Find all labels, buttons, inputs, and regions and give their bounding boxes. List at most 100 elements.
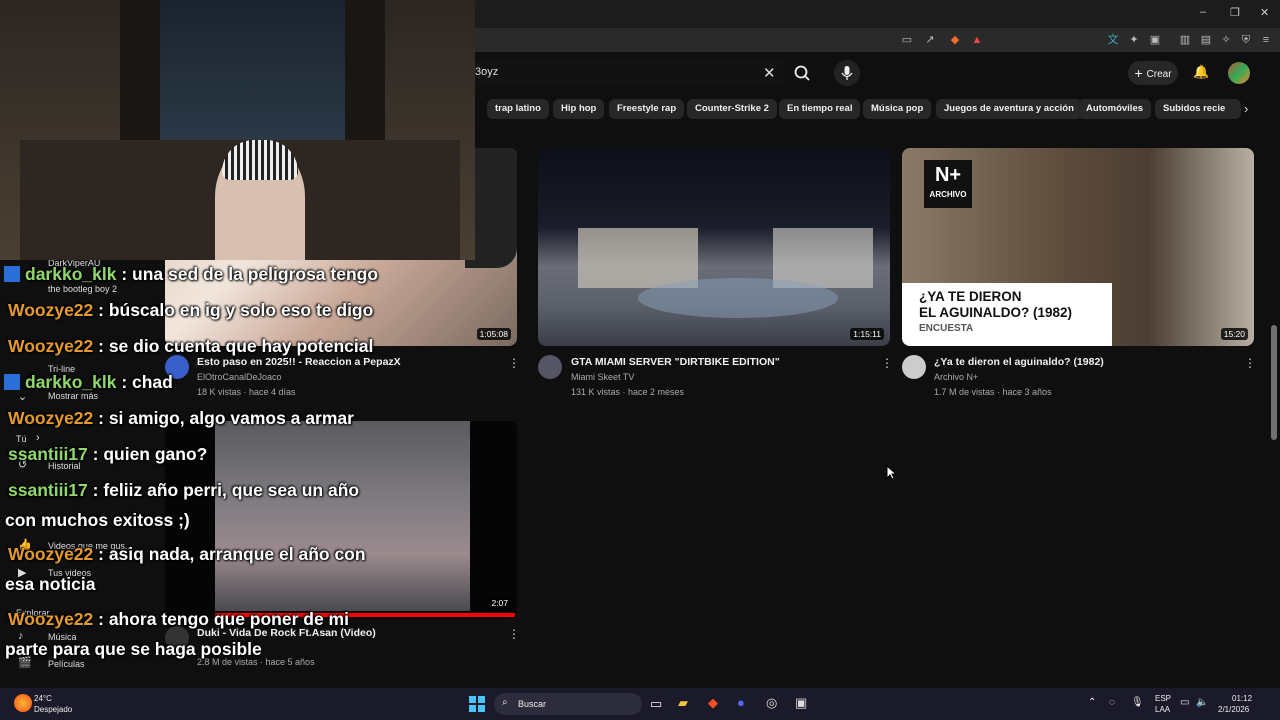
chip-musica-pop[interactable]: Música pop (863, 99, 932, 119)
brave-browser-icon[interactable]: ◆ (708, 695, 718, 711)
more-vert-icon[interactable]: ⋮ (508, 356, 520, 370)
wallet-icon[interactable]: ▤ (1199, 33, 1213, 47)
plus-icon: + (1134, 65, 1147, 81)
chevron-right-icon[interactable]: › (1244, 101, 1248, 116)
video-duration: 1:05:08 (476, 328, 511, 340)
video-duration: 15:20 (1220, 328, 1248, 340)
obs-icon[interactable]: ◎ (766, 695, 777, 711)
archivo-logo: N+ ARCHIVO (924, 160, 972, 208)
mouse-cursor-icon (886, 465, 896, 480)
share-icon[interactable]: ↗ (923, 33, 937, 47)
video-thumbnail[interactable]: N+ ARCHIVO ¿YA TE DIERON EL AGUINALDO? (… (902, 148, 1254, 346)
thumbnail-tag: ENCUESTA (919, 323, 974, 334)
video-meta: 18 K vistas · hace 4 días (197, 387, 296, 397)
weather-temp[interactable]: 24°C (34, 694, 52, 703)
sidebar-section-you[interactable]: Tú (16, 434, 27, 444)
channel-avatar[interactable] (902, 355, 926, 379)
leo-icon[interactable]: ✧ (1219, 33, 1233, 47)
cast-icon[interactable]: ▭ (900, 33, 914, 47)
chip-hip-hop[interactable]: Hip hop (553, 99, 605, 119)
clock-date[interactable]: 2/1/2026 (1218, 705, 1249, 714)
chip-automoviles[interactable]: Automóviles (1078, 99, 1152, 119)
app-icon[interactable]: ▣ (795, 695, 807, 711)
weather-desc[interactable]: Despejado (34, 705, 72, 714)
badge-icon (4, 374, 20, 390)
search-icon: ⌕ (502, 697, 508, 708)
language-indicator[interactable]: ESP (1155, 694, 1171, 703)
more-vert-icon[interactable]: ⋮ (1244, 356, 1256, 370)
translate-icon[interactable]: 文 (1106, 33, 1120, 47)
mic-icon[interactable]: 🎙 (1131, 697, 1144, 708)
brave-shield-icon[interactable]: ◆ (948, 33, 962, 47)
taskbar-search[interactable]: ⌕ Buscar (494, 693, 642, 715)
sidebar-item-movies[interactable]: Películas (48, 659, 85, 669)
minimize-button[interactable]: – (1200, 6, 1206, 18)
browser-titlebar: – ❐ ✕ (475, 0, 1280, 28)
search-icon (794, 65, 810, 81)
extensions-icon[interactable]: ✦ (1127, 33, 1141, 47)
network-icon[interactable]: ◌ (1109, 697, 1115, 708)
chip-en-tiempo-real[interactable]: En tiempo real (779, 99, 861, 119)
user-avatar[interactable] (1228, 62, 1250, 84)
video-meta: 1.7 M de vistas · hace 3 años (934, 387, 1052, 397)
chip-trap-latino[interactable]: trap latino (487, 99, 549, 119)
chat-message: Woozye22 : ahora tengo que poner de mi (8, 609, 349, 629)
sidebar-toggle-icon[interactable]: ▥ (1178, 33, 1192, 47)
windows-start-icon[interactable] (469, 696, 485, 712)
video-duration: 1:15:11 (850, 328, 884, 340)
channel-name[interactable]: Miami Skeet TV (571, 372, 634, 382)
video-title[interactable]: GTA MIAMI SERVER "DIRTBIKE EDITION" (571, 356, 780, 368)
search-button[interactable] (788, 60, 816, 86)
chat-message: Woozye22 : si amigo, algo vamos a armar (8, 408, 354, 428)
menu-icon[interactable]: ≡ (1259, 33, 1273, 47)
chat-message-continued: con muchos exitoss ;) (5, 510, 190, 530)
video-thumbnail[interactable]: 1:15:11 (538, 148, 890, 346)
chat-message: Woozye22 : búscalo en ig y solo eso te d… (8, 300, 374, 320)
chat-message: darkko_klk : una sed de la peligrosa ten… (4, 264, 378, 285)
brave-rewards-icon[interactable]: ▲ (970, 33, 984, 47)
chip-counter-strike[interactable]: Counter-Strike 2 (687, 99, 777, 119)
voice-search-button[interactable] (834, 60, 860, 86)
file-explorer-icon[interactable]: ▰ (678, 695, 688, 711)
search-query: 3oyz (475, 66, 499, 78)
notifications-icon[interactable]: 🔔 (1193, 64, 1209, 80)
volume-icon[interactable]: 🔈 (1196, 697, 1208, 708)
chat-message-continued: parte para que se haga posible (5, 639, 262, 659)
channel-name[interactable]: Archivo N+ (934, 372, 978, 382)
tab-icon[interactable]: ▣ (1148, 33, 1162, 47)
video-title[interactable]: ¿Ya te dieron el aguinaldo? (1982) (934, 356, 1104, 368)
chip-juegos-aventura[interactable]: Juegos de aventura y acción (936, 99, 1082, 119)
chat-message-continued: esa noticia (5, 574, 96, 594)
keyboard-layout[interactable]: LAA (1155, 705, 1170, 714)
chip-subidos-recientemente[interactable]: Subidos recie (1155, 99, 1241, 119)
weather-icon[interactable] (14, 694, 32, 712)
maximize-button[interactable]: ❐ (1230, 6, 1240, 19)
chevron-up-icon[interactable]: ⌃ (1088, 697, 1096, 708)
chat-message: darkko_klk : chad (4, 372, 173, 393)
vpn-icon[interactable]: ⛨ (1239, 33, 1253, 47)
video-title[interactable]: Esto paso en 2025!! - Reaccion a PepazX (197, 356, 401, 368)
channel-avatar[interactable] (538, 355, 562, 379)
sidebar-item-subscription[interactable]: the bootleg boy 2 (48, 284, 117, 294)
discord-icon[interactable]: ● (737, 695, 745, 710)
video-duration: 2:07 (488, 597, 511, 609)
chip-freestyle-rap[interactable]: Freestyle rap (609, 99, 685, 119)
mic-icon (841, 66, 853, 80)
page-scrollbar[interactable] (1271, 325, 1277, 440)
clock-time[interactable]: 01:12 (1232, 694, 1252, 703)
chat-message: Woozye22 : se dio cuenta que hay potenci… (8, 336, 374, 356)
more-vert-icon[interactable]: ⋮ (881, 356, 893, 370)
close-window-button[interactable]: ✕ (1260, 6, 1269, 19)
chevron-right-icon: › (36, 432, 40, 444)
windows-taskbar: 24°C Despejado ⌕ Buscar ▭ ▰ ◆ ● ◎ ▣ ⌃ ◌ … (0, 688, 1280, 720)
task-view-icon[interactable]: ▭ (650, 696, 662, 712)
more-vert-icon[interactable]: ⋮ (508, 627, 520, 641)
wifi-icon[interactable]: ▭ (1180, 697, 1189, 708)
create-button[interactable]: + Crear (1128, 61, 1178, 85)
channel-name[interactable]: ElOtroCanalDeJoaco (197, 372, 282, 382)
video-thumbnail[interactable]: 2:07 (165, 421, 517, 619)
clear-search-icon[interactable]: ✕ (763, 64, 776, 82)
search-input[interactable] (475, 60, 785, 86)
chat-message: Woozye22 : asiq nada, arranque el año co… (8, 544, 366, 564)
video-meta: 131 K vistas · hace 2 meses (571, 387, 685, 397)
